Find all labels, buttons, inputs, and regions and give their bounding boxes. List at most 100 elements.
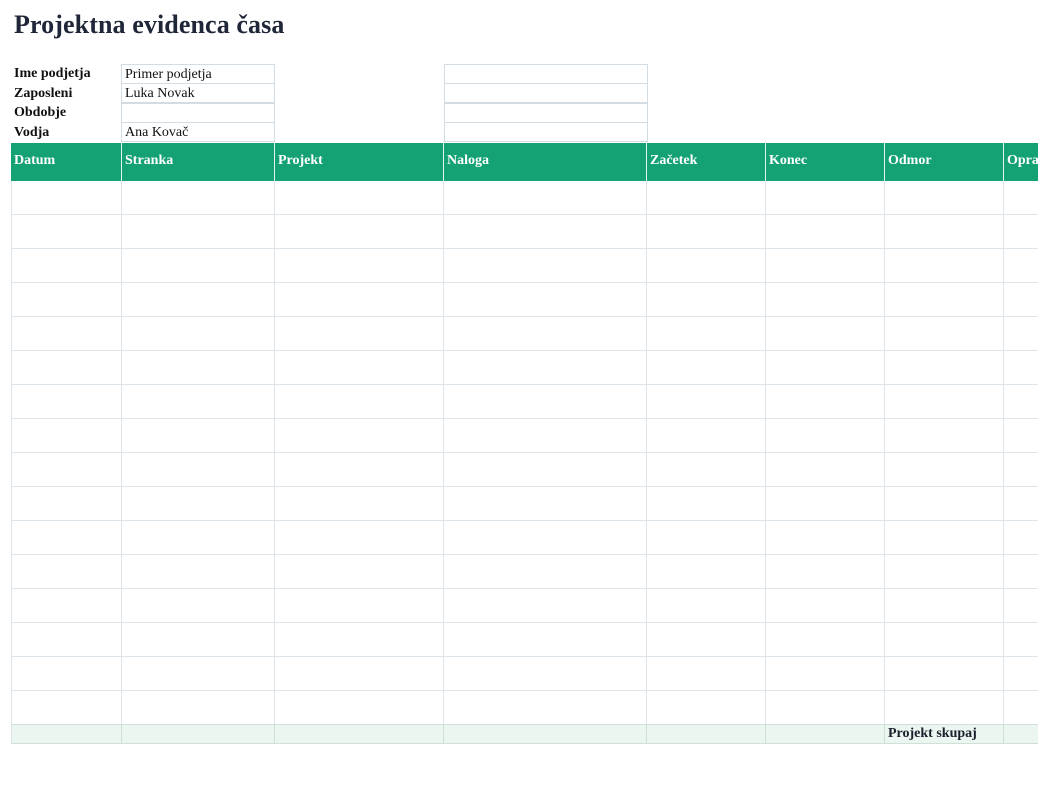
table-cell[interactable] [647,249,766,283]
table-cell[interactable] [1004,555,1038,589]
table-cell[interactable] [444,657,647,691]
table-cell[interactable] [885,555,1004,589]
table-cell[interactable] [122,317,275,351]
table-cell[interactable] [11,453,122,487]
info-value-period[interactable] [121,103,275,123]
table-cell[interactable] [11,351,122,385]
table-cell[interactable] [647,657,766,691]
table-cell[interactable] [1004,351,1038,385]
table-cell[interactable] [647,419,766,453]
info-value-employee[interactable]: Luka Novak [121,83,275,103]
table-cell[interactable] [444,249,647,283]
table-cell[interactable] [766,623,885,657]
info-value-manager[interactable]: Ana Kovač [121,122,275,142]
table-cell[interactable] [766,385,885,419]
table-cell[interactable] [766,317,885,351]
table-cell[interactable] [11,657,122,691]
table-cell[interactable] [11,589,122,623]
table-cell[interactable] [275,521,444,555]
table-cell[interactable] [647,385,766,419]
table-cell[interactable] [647,521,766,555]
table-cell[interactable] [885,249,1004,283]
table-cell[interactable] [647,623,766,657]
footer-cell[interactable] [766,724,885,744]
table-cell[interactable] [11,521,122,555]
table-cell[interactable] [766,589,885,623]
footer-cell[interactable] [647,724,766,744]
table-cell[interactable] [122,215,275,249]
table-cell[interactable] [275,691,444,725]
table-cell[interactable] [647,555,766,589]
table-cell[interactable] [766,691,885,725]
table-cell[interactable] [885,487,1004,521]
table-cell[interactable] [11,215,122,249]
table-cell[interactable] [122,691,275,725]
table-cell[interactable] [885,181,1004,215]
table-cell[interactable] [11,283,122,317]
table-cell[interactable] [647,487,766,521]
table-cell[interactable] [275,555,444,589]
footer-cell[interactable] [1004,724,1038,744]
table-cell[interactable] [766,487,885,521]
table-cell[interactable] [647,589,766,623]
table-cell[interactable] [444,521,647,555]
table-cell[interactable] [122,555,275,589]
table-cell[interactable] [885,317,1004,351]
table-cell[interactable] [885,691,1004,725]
table-cell[interactable] [275,589,444,623]
table-cell[interactable] [647,215,766,249]
table-cell[interactable] [885,419,1004,453]
table-cell[interactable] [885,351,1004,385]
table-cell[interactable] [122,623,275,657]
table-cell[interactable] [122,453,275,487]
table-cell[interactable] [766,283,885,317]
table-cell[interactable] [122,419,275,453]
table-cell[interactable] [11,623,122,657]
table-cell[interactable] [122,181,275,215]
table-cell[interactable] [885,453,1004,487]
table-cell[interactable] [275,385,444,419]
table-cell[interactable] [275,215,444,249]
table-cell[interactable] [647,691,766,725]
table-cell[interactable] [444,283,647,317]
table-cell[interactable] [275,623,444,657]
table-cell[interactable] [275,487,444,521]
table-cell[interactable] [444,691,647,725]
table-cell[interactable] [275,419,444,453]
table-cell[interactable] [1004,215,1038,249]
table-cell[interactable] [885,623,1004,657]
table-cell[interactable] [275,657,444,691]
table-cell[interactable] [444,453,647,487]
info-extra-cell[interactable] [444,103,648,123]
table-cell[interactable] [122,283,275,317]
table-cell[interactable] [122,351,275,385]
table-cell[interactable] [275,283,444,317]
table-cell[interactable] [122,385,275,419]
table-cell[interactable] [1004,487,1038,521]
table-cell[interactable] [444,487,647,521]
footer-cell[interactable] [11,724,122,744]
table-cell[interactable] [444,215,647,249]
table-cell[interactable] [1004,385,1038,419]
table-cell[interactable] [122,589,275,623]
table-cell[interactable] [1004,317,1038,351]
table-cell[interactable] [766,215,885,249]
table-cell[interactable] [647,283,766,317]
table-cell[interactable] [766,555,885,589]
table-cell[interactable] [647,317,766,351]
table-cell[interactable] [1004,453,1038,487]
table-cell[interactable] [885,215,1004,249]
table-cell[interactable] [885,385,1004,419]
table-cell[interactable] [766,657,885,691]
table-cell[interactable] [885,657,1004,691]
table-cell[interactable] [1004,623,1038,657]
table-cell[interactable] [1004,691,1038,725]
info-value-company[interactable]: Primer podjetja [121,64,275,84]
table-cell[interactable] [766,249,885,283]
table-cell[interactable] [122,657,275,691]
table-cell[interactable] [11,317,122,351]
table-cell[interactable] [766,453,885,487]
table-cell[interactable] [11,691,122,725]
footer-cell[interactable] [122,724,275,744]
table-cell[interactable] [1004,249,1038,283]
